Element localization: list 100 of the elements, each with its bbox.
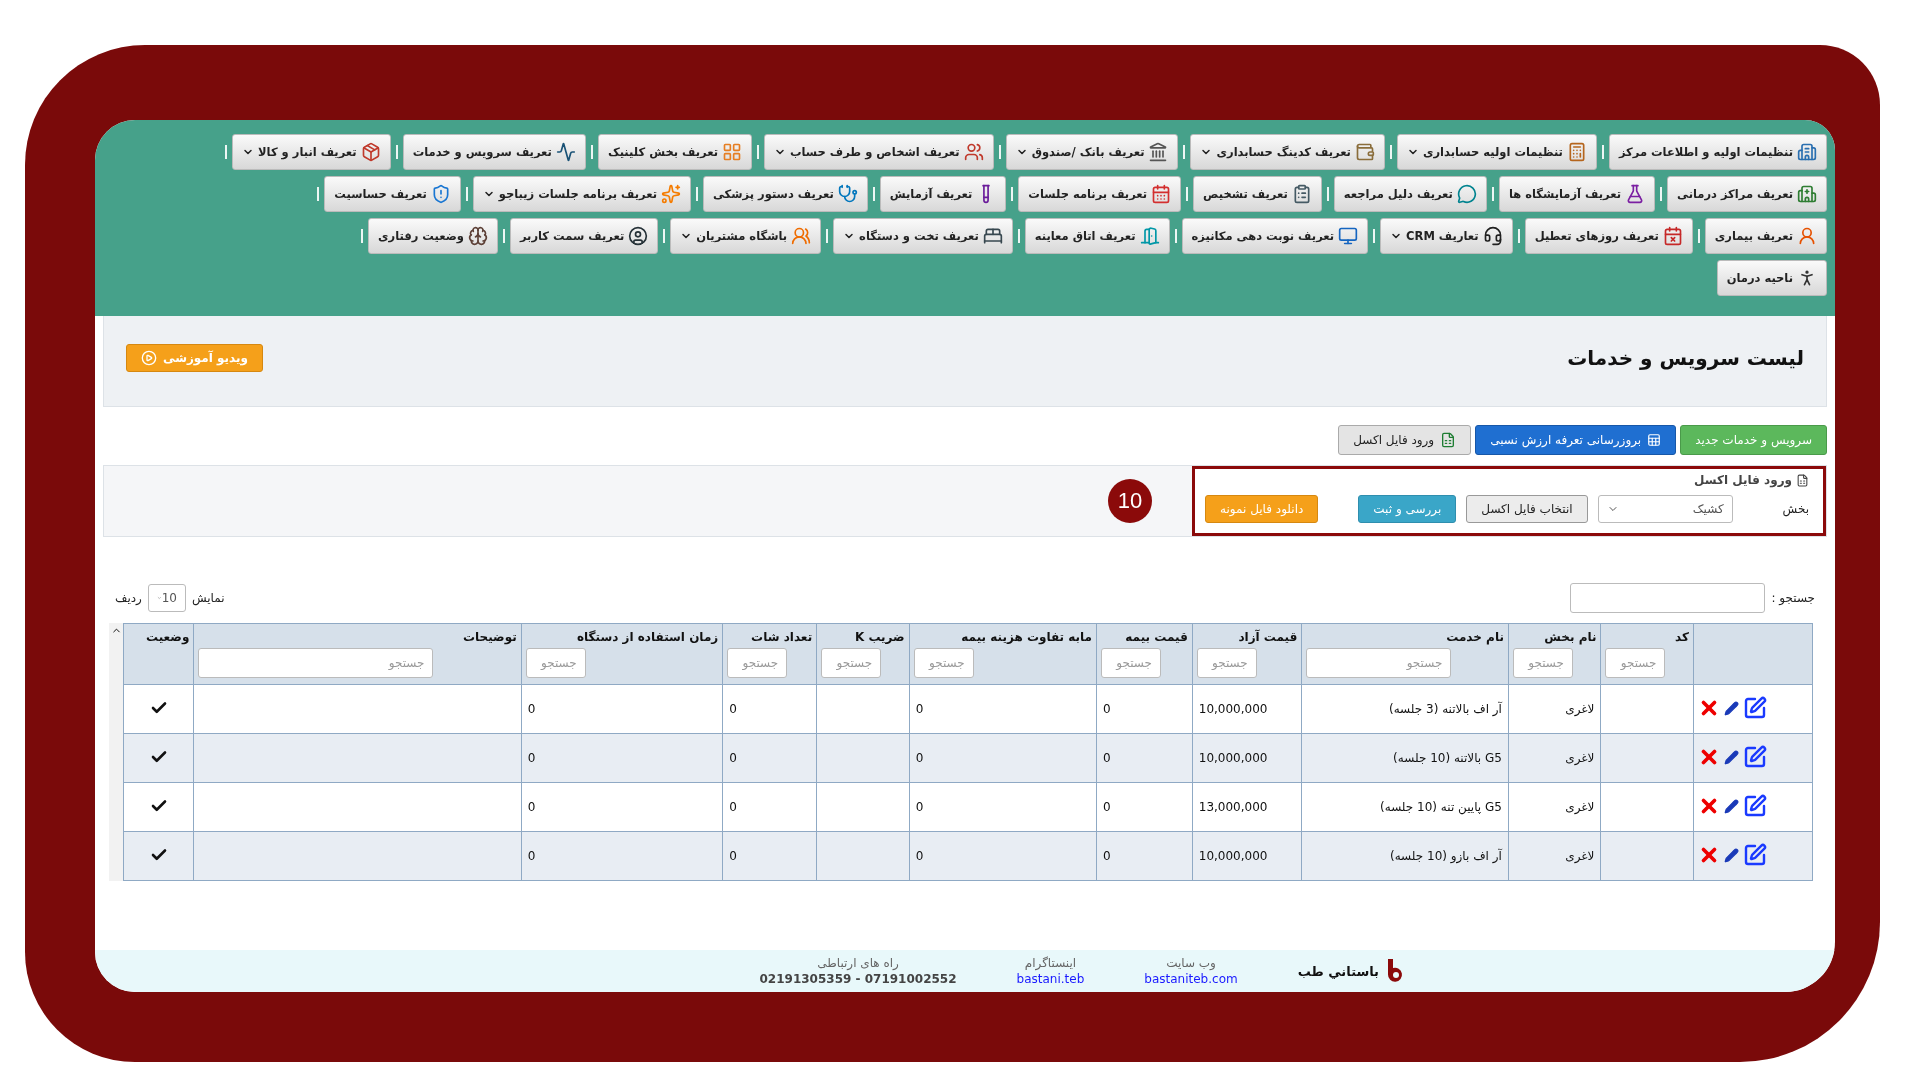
- menu-item[interactable]: تعریف دلیل مراجعه: [1333, 176, 1487, 212]
- hospital-icon: [1797, 184, 1817, 204]
- table-cell: 0: [1096, 684, 1193, 734]
- action-button[interactable]: ورود فایل اکسل: [1338, 425, 1472, 455]
- chat-icon: [1456, 184, 1477, 204]
- menu-item[interactable]: تعریف حساسیت: [324, 176, 461, 212]
- show-label: نمایش: [191, 591, 225, 605]
- search-field[interactable]: [1570, 583, 1766, 613]
- menu-item[interactable]: تعریف آزمایشگاه ها: [1498, 176, 1656, 212]
- user-icon: [628, 226, 649, 246]
- section-select[interactable]: کشیک: [1597, 495, 1733, 523]
- menu-item[interactable]: تعریف انبار و کالا: [232, 134, 391, 170]
- table-cell: 0: [1096, 831, 1193, 881]
- pencil-icon[interactable]: [1724, 700, 1739, 716]
- table-cell: 0: [722, 831, 817, 881]
- monitor-icon: [1338, 226, 1359, 246]
- page-size-select[interactable]: 10: [147, 584, 186, 612]
- column-filter-field[interactable]: جستجو: [1512, 648, 1573, 678]
- table-cell: 0: [909, 684, 1097, 734]
- menu-item[interactable]: تعریف نوبت دهی مکانیزه: [1181, 218, 1369, 254]
- pencil-icon[interactable]: [1724, 847, 1739, 863]
- panel-legend: ورود فایل اکسل: [1205, 473, 1809, 487]
- spreadsheet-icon: [1796, 473, 1809, 487]
- column-header: تعداد شات: [722, 623, 817, 646]
- edit-icon[interactable]: [1743, 794, 1767, 818]
- menu-item[interactable]: تنظیمات اولیه حسابداری: [1396, 134, 1597, 170]
- action-button[interactable]: بروزرسانی تعرفه ارزش نسبی: [1475, 425, 1677, 455]
- search-label: جستجو :: [1771, 591, 1815, 605]
- bed-icon: [982, 226, 1003, 246]
- table-cell: 0: [1096, 782, 1193, 832]
- menu-item[interactable]: تعریف تشخیص: [1193, 176, 1322, 212]
- footer-caption: وب سایت: [1166, 956, 1216, 970]
- menu-item[interactable]: ناحیه درمان: [1716, 260, 1827, 296]
- table-cell: 10,000,000: [1192, 684, 1302, 734]
- spreadsheet-icon: [1440, 432, 1457, 448]
- column-header: توضیحات: [193, 623, 522, 646]
- column-filter-field[interactable]: جستجو: [1196, 648, 1257, 678]
- menu-item[interactable]: تعریف سرویس و خدمات: [402, 134, 586, 170]
- menu-item[interactable]: تعریف بانک /صندوق: [1005, 134, 1179, 170]
- table-cell: 0: [521, 684, 723, 734]
- edit-icon[interactable]: [1743, 745, 1767, 769]
- column-header: کد: [1600, 623, 1694, 646]
- menu-item[interactable]: تعریف دستور پزشکی: [702, 176, 868, 212]
- table-cell: 0: [521, 782, 723, 832]
- column-filter-field[interactable]: جستجو: [525, 648, 586, 678]
- table-cell: 10,000,000: [1192, 733, 1302, 783]
- table-cell: لاغری: [1508, 831, 1601, 881]
- people-icon: [963, 142, 984, 162]
- column-header: وضعیت: [123, 623, 194, 646]
- menu-item[interactable]: تعریف آزمایش: [879, 176, 1007, 212]
- rows-label: ردیف: [115, 591, 142, 605]
- table-cell: 0: [1096, 733, 1193, 783]
- column-filter-field[interactable]: جستجو: [913, 648, 974, 678]
- table-cell: 0: [521, 831, 723, 881]
- column-filter-field[interactable]: جستجو: [1306, 648, 1452, 678]
- table-cell: 13,000,000: [1192, 782, 1302, 832]
- table-cell: G5 بالاتنه (10 جلسه): [1301, 733, 1509, 783]
- group-icon: [791, 226, 812, 246]
- import-button[interactable]: انتخاب فایل اکسل: [1466, 495, 1588, 523]
- menu-item[interactable]: تعریف اشخاص و طرف حساب: [764, 134, 994, 170]
- menu-item[interactable]: تنظیمات اولیه و اطلاعات مرکز: [1608, 134, 1827, 170]
- menu-item[interactable]: تعریف برنامه جلسات زیباجو: [472, 176, 691, 212]
- column-header: مابه تفاوت هزینه بیمه: [909, 623, 1097, 646]
- edit-icon[interactable]: [1743, 843, 1767, 867]
- menu-item[interactable]: تعریف اتاق معاینه: [1024, 218, 1170, 254]
- column-filter-field[interactable]: جستجو: [821, 648, 882, 678]
- menu-item[interactable]: باشگاه مشتریان: [670, 218, 822, 254]
- column-filter-field[interactable]: جستجو: [1100, 648, 1161, 678]
- column-header: زمان استفاده از دستگاه: [521, 623, 723, 646]
- footer-link[interactable]: bastaniteb.com: [1144, 972, 1238, 986]
- column-header: ضریب K: [816, 623, 910, 646]
- table-cell: 0: [909, 733, 1097, 783]
- column-filter-field[interactable]: جستجو: [1605, 648, 1666, 678]
- table-cell: 0: [722, 684, 817, 734]
- building-icon: [1797, 142, 1817, 162]
- contact-text: 07191002552 - 02191305359: [759, 972, 957, 986]
- menu-item[interactable]: تعریف سمت کاربر: [509, 218, 659, 254]
- footer-caption: اینستاگرام: [1024, 956, 1077, 970]
- menu-item[interactable]: تعاریف CRM: [1380, 218, 1513, 254]
- menu-item[interactable]: تعریف مراکز درمانی: [1667, 176, 1827, 212]
- edit-icon[interactable]: [1743, 696, 1767, 720]
- play-icon: [141, 350, 157, 366]
- column-header: نام خدمت: [1301, 623, 1509, 646]
- menu-item[interactable]: تعریف برنامه جلسات: [1018, 176, 1182, 212]
- menu-item[interactable]: تعریف کدینگ حسابداری: [1190, 134, 1385, 170]
- footer-link[interactable]: bastani.teb: [1016, 972, 1085, 986]
- menu-item[interactable]: تعریف تخت و دستگاه: [833, 218, 1013, 254]
- pencil-icon[interactable]: [1724, 749, 1739, 765]
- menu-item[interactable]: تعریف بیماری: [1704, 218, 1827, 254]
- brain-icon: [467, 226, 488, 246]
- pencil-icon[interactable]: [1724, 798, 1739, 814]
- table-cell: 0: [722, 733, 817, 783]
- headset-icon: [1482, 226, 1503, 246]
- menu-item[interactable]: وضعیت رفتاری: [368, 218, 498, 254]
- column-filter-field[interactable]: جستجو: [198, 648, 434, 678]
- column-filter-field[interactable]: جستجو: [727, 648, 788, 678]
- menu-item[interactable]: تعریف بخش کلینیک: [597, 134, 752, 170]
- menu-item[interactable]: تعریف روزهای تعطیل: [1524, 218, 1693, 254]
- footer-caption: راه های ارتباطی: [817, 956, 899, 970]
- logo-icon: [1385, 959, 1405, 983]
